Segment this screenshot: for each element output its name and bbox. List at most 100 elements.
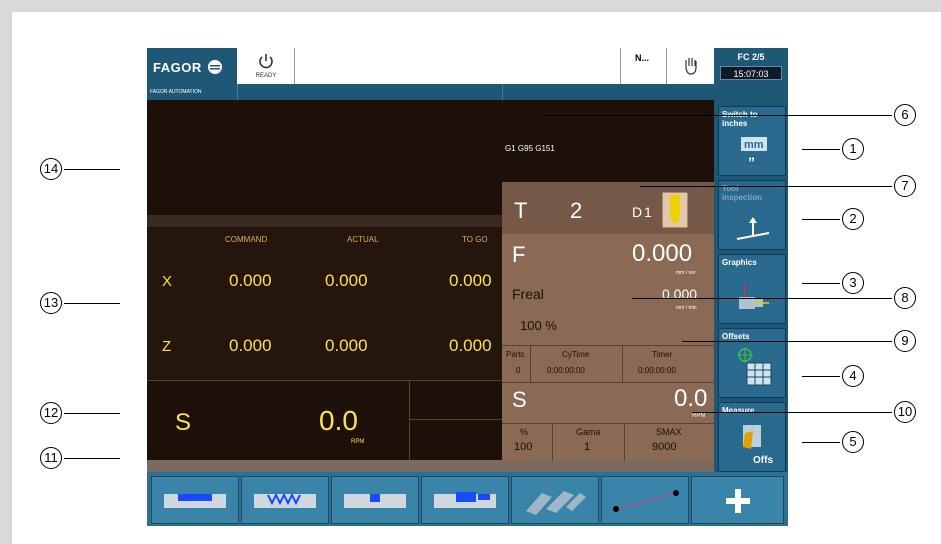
fagor-logo-icon	[208, 60, 222, 74]
override-label: %	[520, 427, 529, 437]
tool-d-label: D	[632, 204, 643, 220]
switch-to-inches-button[interactable]: Switch to inches mm”	[718, 106, 786, 176]
cycle-drilling-icon	[526, 491, 586, 515]
header-strip	[237, 84, 714, 100]
callout-arrow-6	[542, 115, 892, 116]
mode-label: N...	[635, 53, 650, 63]
offsets-icon	[737, 347, 772, 386]
feed-override: 100 %	[520, 318, 557, 333]
tool-inspection-button[interactable]: Tool inspection	[718, 180, 786, 250]
header-command: COMMAND	[225, 235, 268, 244]
graphics-button[interactable]: Graphics	[718, 254, 786, 324]
mm-inch-icon: mm ”	[741, 137, 767, 170]
softkey-4-label: Offsets	[722, 332, 750, 341]
cycle-turning-icon	[164, 494, 226, 508]
cycle-profile-button[interactable]	[421, 476, 509, 524]
parts-value: 0	[516, 366, 521, 375]
tool-offset-number: 1	[644, 204, 652, 220]
cycle-grooving-button[interactable]	[331, 476, 419, 524]
svg-text:mm: mm	[744, 139, 764, 151]
gcode-panel: G1 G95 G151	[502, 100, 714, 182]
callout-13: 13	[40, 292, 62, 314]
program-separator	[147, 215, 502, 227]
callout-9: 9	[894, 330, 916, 352]
axis-z-command: 0.000	[229, 336, 272, 355]
callout-2: 2	[842, 208, 864, 230]
spindle-s-label: S	[512, 387, 527, 412]
axis-x-actual: 0.000	[325, 271, 368, 290]
mode-box: N...	[621, 48, 667, 84]
more-plus-button[interactable]	[691, 476, 784, 524]
callout-arrow-11	[64, 458, 120, 459]
callout-arrow-7	[640, 186, 892, 187]
callout-7: 7	[894, 175, 916, 197]
callout-arrow-13	[64, 303, 120, 304]
callout-1: 1	[842, 138, 864, 160]
cycle-positioning-button[interactable]	[601, 476, 689, 524]
tool-number: 2	[570, 198, 583, 223]
svg-text:”: ”	[748, 154, 755, 170]
cycle-positioning-icon	[613, 490, 679, 512]
feed-label: F	[512, 242, 526, 267]
more-plus-icon	[726, 489, 750, 513]
feed-unit: mm / rev	[676, 270, 696, 276]
feed-value: 0.000	[632, 240, 693, 267]
message-line	[147, 460, 714, 472]
cycle-turning-button[interactable]	[151, 476, 239, 524]
offsets-button[interactable]: Offsets	[718, 328, 786, 398]
hand-icon	[685, 58, 697, 75]
counters-panel: Partc 0 CyTime 0:00:00:00 Timer 0:00:00:…	[502, 345, 714, 383]
softkey-5-label: Measure	[722, 406, 755, 415]
spindle-panel: S 0.0 RPM	[147, 380, 502, 461]
brand-name: FAGOR	[153, 60, 202, 75]
cycle-grooving-icon	[344, 494, 406, 508]
gama-value: 1	[584, 441, 591, 453]
override-value: 100	[514, 441, 533, 453]
bottom-softkey-bar	[147, 472, 788, 526]
callout-arrow-5	[802, 442, 840, 443]
parts-label: Partc	[506, 350, 525, 359]
axis-z-label: Z	[162, 338, 172, 355]
callout-arrow-10	[692, 412, 892, 413]
axis-z-actual: 0.000	[325, 336, 368, 355]
feed-panel: F 0.000 mm / rev Freal 0.000 mm / min 10…	[502, 234, 714, 345]
cnc-screen: FAGOR FAGOR AUTOMATION READY N... FC 2/5…	[147, 48, 788, 526]
callout-arrow-8	[632, 298, 892, 299]
timer-value: 0:00:00:00	[638, 366, 676, 375]
manual-hand-box[interactable]	[667, 48, 714, 84]
fc-panel: FC 2/5 15:07:03	[714, 48, 788, 100]
callout-5: 5	[842, 431, 864, 453]
axis-x-togo: 0.000	[449, 271, 492, 290]
clock: 15:07:03	[720, 66, 782, 80]
callout-3: 3	[842, 272, 864, 294]
spindle-data-panel: S 0.0 RPM % 100 Gama 1 SMAX 9000	[502, 382, 714, 461]
cycle-threading-icon	[254, 492, 316, 508]
cycle-drilling-button[interactable]	[511, 476, 599, 524]
active-gcodes: G1 G95 G151	[505, 144, 555, 153]
spindle-label: S	[175, 409, 192, 436]
cycle-profile-icon	[434, 492, 496, 508]
smax-value: 9000	[652, 441, 677, 453]
callout-arrow-3	[802, 283, 840, 284]
cytime-value: 0:00:00:00	[547, 366, 585, 375]
callout-arrow-12	[64, 413, 120, 414]
tool-panel: T 2 D 1	[502, 182, 714, 234]
axes-panel: COMMAND ACTUAL TO GO X 0.000 0.000 0.000…	[147, 227, 502, 380]
spindle-s-unit: RPM	[692, 413, 706, 419]
tool-t-label: T	[514, 198, 528, 223]
callout-8: 8	[894, 287, 916, 309]
freal-value: 0.000	[662, 286, 698, 302]
callout-4: 4	[842, 365, 864, 387]
freal-unit: mm / min	[676, 305, 697, 311]
status-ready: READY	[237, 48, 295, 84]
cycle-threading-button[interactable]	[241, 476, 329, 524]
callout-arrow-9	[682, 341, 892, 342]
fc-label: FC 2/5	[737, 52, 765, 62]
spindle-s-value: 0.0	[674, 385, 708, 412]
callout-6: 6	[894, 104, 916, 126]
softkey-column: Switch to inches mm” Tool inspection Gra…	[714, 100, 788, 472]
header-actual: ACTUAL	[347, 235, 379, 244]
callout-arrow-2	[802, 219, 840, 220]
callout-10: 10	[894, 401, 916, 423]
measure-offs-label: Offs	[753, 455, 773, 466]
